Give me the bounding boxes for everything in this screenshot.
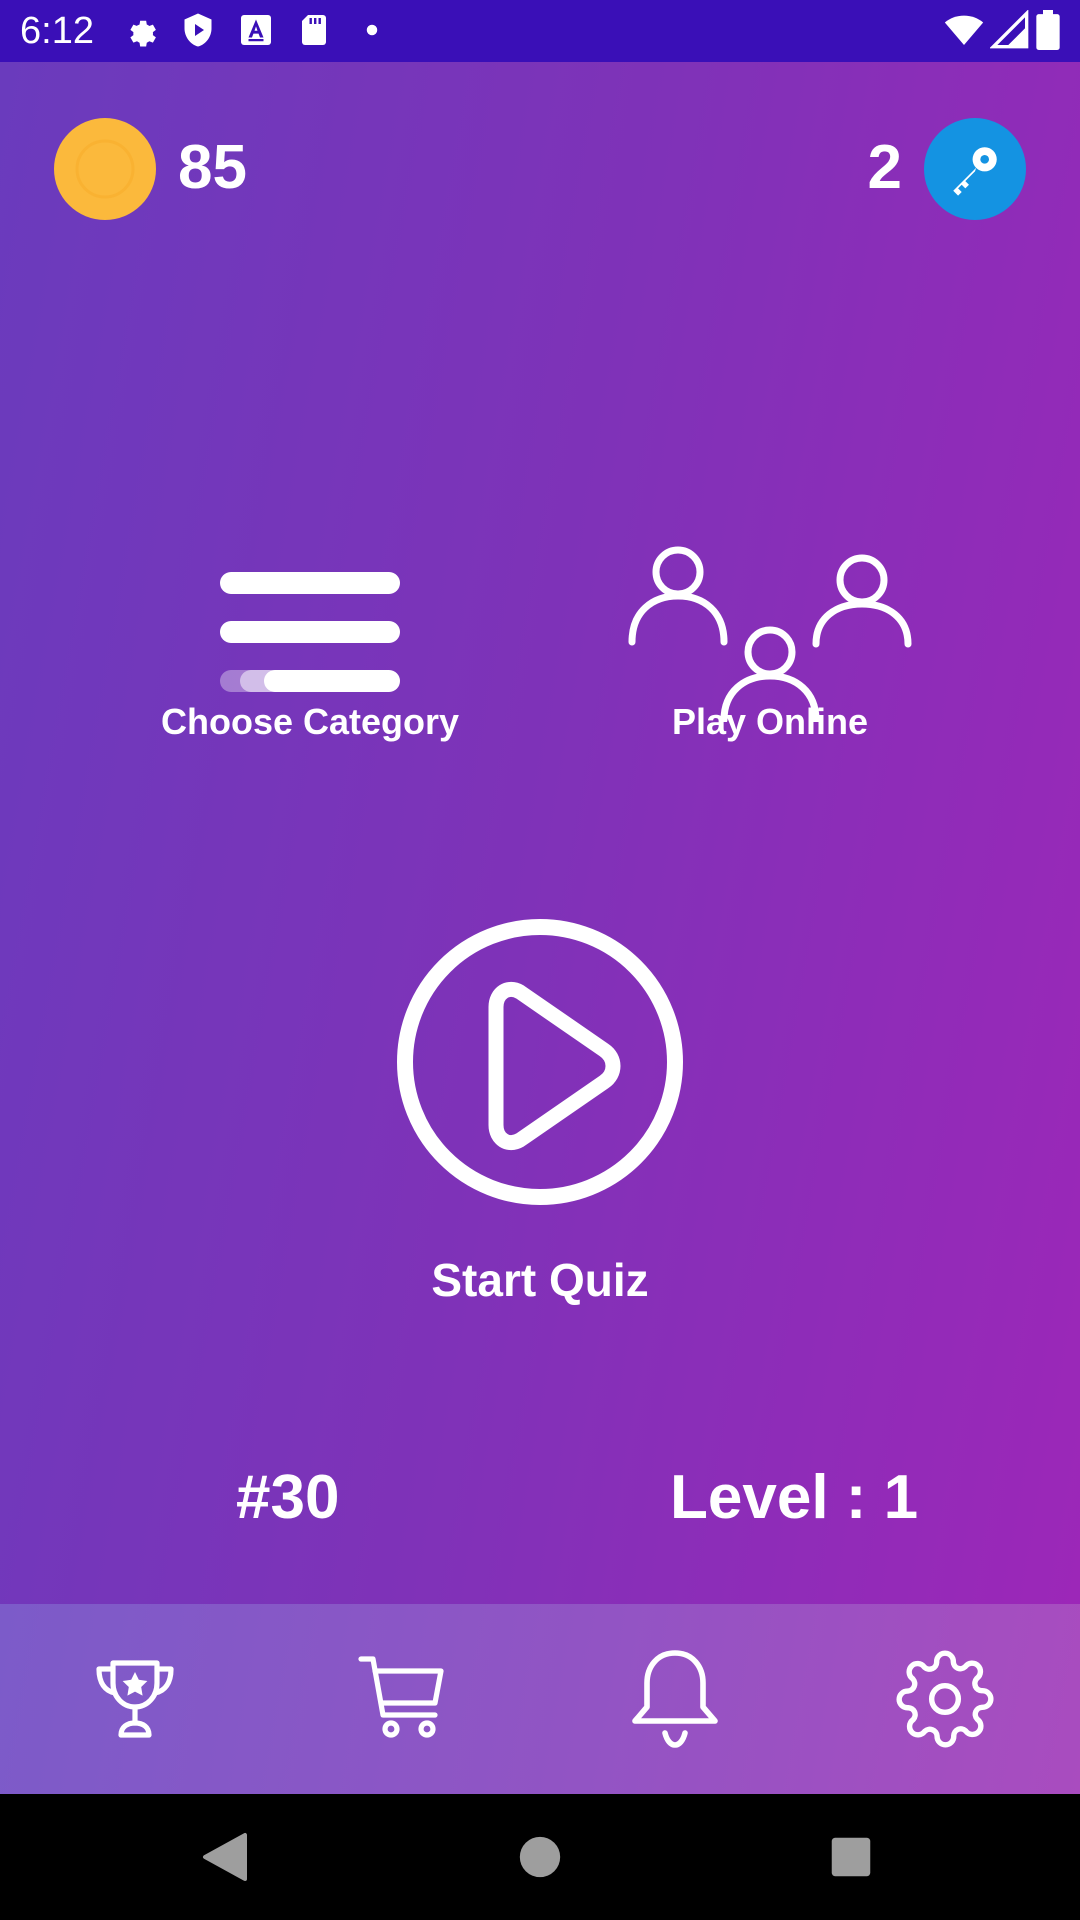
shield-play-icon — [184, 13, 212, 47]
notifications-button[interactable] — [540, 1604, 810, 1794]
signal-icon — [990, 10, 1029, 49]
shop-button[interactable] — [270, 1604, 540, 1794]
screen: 6:12 85 2 Choose Category Play Online St… — [0, 0, 1080, 1920]
level-text: Level : 1 — [670, 1463, 919, 1532]
status-bar: 6:12 — [0, 0, 1080, 62]
rank-text: #30 — [236, 1463, 340, 1532]
category-list-icon — [220, 572, 400, 692]
key-icon — [953, 147, 997, 196]
play-online-label: Play Online — [671, 701, 869, 742]
key-count: 2 — [867, 133, 902, 202]
settings-button[interactable] — [810, 1604, 1080, 1794]
main-content: 85 2 Choose Category Play Online Start Q… — [0, 62, 1080, 1604]
status-time: 6:12 — [20, 10, 94, 52]
recents-square-icon — [831, 1837, 871, 1877]
users-group-icon — [628, 546, 912, 722]
play-circle-icon — [397, 919, 683, 1205]
coin-count: 85 — [178, 133, 247, 202]
system-nav-bar — [0, 1794, 1080, 1920]
key-button[interactable] — [924, 118, 1026, 220]
gear-icon — [130, 20, 156, 47]
trophy-icon — [96, 1660, 174, 1738]
bottom-nav — [0, 1604, 1080, 1794]
coin-icon — [54, 118, 156, 220]
battery-icon — [1036, 10, 1060, 50]
cart-icon — [358, 1656, 444, 1738]
start-quiz-label: Start Quiz — [431, 1254, 649, 1306]
choose-category-button[interactable]: Choose Category — [140, 552, 480, 744]
recents-button[interactable] — [816, 1822, 886, 1892]
dot-icon — [366, 24, 378, 36]
sd-card-icon — [302, 15, 326, 45]
wifi-icon — [944, 15, 984, 45]
back-button[interactable] — [190, 1822, 260, 1892]
back-triangle-icon — [203, 1833, 247, 1881]
home-button[interactable] — [505, 1822, 575, 1892]
font-a-icon — [241, 15, 271, 45]
start-quiz-button[interactable]: Start Quiz — [340, 912, 740, 1308]
play-online-button[interactable]: Play Online — [600, 532, 940, 744]
leaderboard-button[interactable] — [0, 1604, 270, 1794]
home-circle-icon — [519, 1836, 561, 1878]
bell-icon — [632, 1650, 718, 1748]
choose-category-label: Choose Category — [160, 701, 460, 742]
settings-icon — [896, 1650, 994, 1748]
